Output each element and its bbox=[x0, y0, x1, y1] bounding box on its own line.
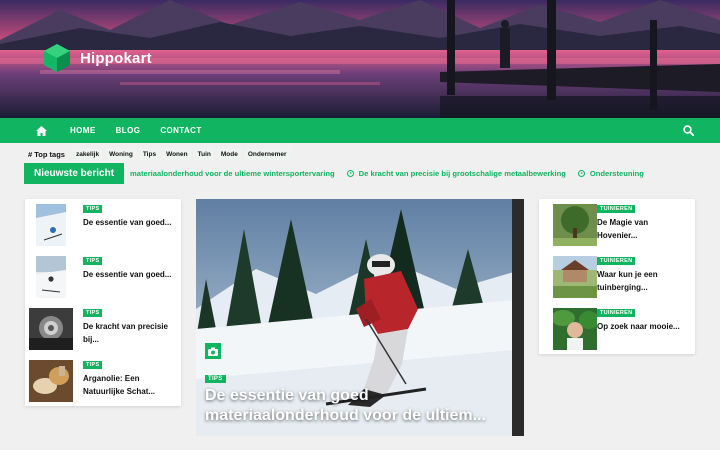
top-tags-bar: # Top tags zakelijk Woning Tips Wonen Tu… bbox=[28, 147, 290, 161]
category-badge[interactable]: TUINIEREN bbox=[597, 257, 636, 265]
tag-tips[interactable]: Tips bbox=[139, 148, 160, 160]
category-badge[interactable]: TUINIEREN bbox=[597, 205, 636, 213]
search-icon[interactable] bbox=[683, 125, 694, 136]
news-ticker: Nieuwste bericht materiaalonderhoud voor… bbox=[0, 163, 720, 184]
post-title[interactable]: De essentie van goed... bbox=[83, 217, 175, 230]
ticker-item-text: materiaalonderhoud voor de ultieme winte… bbox=[130, 169, 335, 178]
post-thumbnail-image[interactable] bbox=[36, 204, 66, 246]
ticker-items: materiaalonderhoud voor de ultieme winte… bbox=[130, 163, 644, 184]
category-badge[interactable]: TIPS bbox=[83, 257, 103, 265]
post-thumbnail-image[interactable] bbox=[36, 256, 66, 298]
list-item[interactable]: TUINIEREN Waar kun je een tuinberging... bbox=[539, 251, 695, 303]
nav-blog[interactable]: BLOG bbox=[116, 126, 141, 135]
featured-post-title[interactable]: De essentie van goed materiaalonderhoud … bbox=[205, 386, 515, 426]
tag-ondernemer[interactable]: Ondernemer bbox=[244, 148, 290, 160]
list-item[interactable]: TIPS De essentie van goed... bbox=[25, 199, 181, 251]
post-title[interactable]: Arganolie: Een Natuurlijke Schat... bbox=[83, 373, 175, 398]
tag-woning[interactable]: Woning bbox=[106, 148, 136, 160]
site-logo[interactable]: Hippokart bbox=[44, 44, 152, 72]
home-icon[interactable] bbox=[22, 118, 60, 143]
post-thumbnail-image[interactable] bbox=[553, 256, 597, 298]
ticker-label: Nieuwste bericht bbox=[24, 163, 125, 184]
post-title[interactable]: De kracht van precisie bij... bbox=[83, 321, 175, 346]
nav-contact[interactable]: CONTACT bbox=[160, 126, 201, 135]
ticker-item[interactable]: De kracht van precisie bij grootschalige… bbox=[346, 169, 566, 178]
post-title[interactable]: Waar kun je een tuinberging... bbox=[597, 269, 689, 294]
ticker-item-text: De kracht van precisie bij grootschalige… bbox=[358, 169, 566, 178]
top-tags-label: # Top tags bbox=[28, 149, 65, 159]
nav-home[interactable]: HOME bbox=[70, 126, 96, 135]
post-title[interactable]: De Magie van Hovenier... bbox=[597, 217, 689, 242]
post-thumbnail-image[interactable] bbox=[29, 360, 73, 402]
category-badge[interactable]: TIPS bbox=[83, 361, 103, 369]
play-circle-icon bbox=[346, 170, 354, 177]
post-thumbnail-image[interactable] bbox=[553, 204, 597, 246]
list-item[interactable]: TUINIEREN Op zoek naar mooie... bbox=[539, 303, 695, 355]
featured-post[interactable]: TIPS De essentie van goed materiaalonder… bbox=[196, 199, 524, 436]
ticker-item[interactable]: materiaalonderhoud voor de ultieme winte… bbox=[130, 169, 335, 178]
play-circle-icon bbox=[577, 170, 585, 177]
site-name: Hippokart bbox=[80, 49, 152, 67]
list-item[interactable]: TUINIEREN De Magie van Hovenier... bbox=[539, 199, 695, 251]
tag-zakelijk[interactable]: zakelijk bbox=[72, 148, 103, 160]
featured-category-badge[interactable]: TIPS bbox=[205, 375, 226, 383]
list-item[interactable]: TIPS De kracht van precisie bij... bbox=[25, 303, 181, 355]
ticker-item-text: Ondersteuning bbox=[589, 169, 644, 178]
camera-icon[interactable] bbox=[205, 343, 221, 359]
tag-tuin[interactable]: Tuin bbox=[194, 148, 214, 160]
category-badge[interactable]: TIPS bbox=[83, 205, 103, 213]
right-post-list: TUINIEREN De Magie van Hovenier... TUINI… bbox=[539, 199, 695, 354]
tag-mode[interactable]: Mode bbox=[217, 148, 241, 160]
ticker-item[interactable]: Ondersteuning bbox=[577, 169, 644, 178]
header-banner: Hippokart bbox=[0, 0, 720, 118]
main-navigation: HOME BLOG CONTACT bbox=[0, 118, 720, 143]
tag-wonen[interactable]: Wonen bbox=[163, 148, 191, 160]
hexagon-logo-icon bbox=[44, 44, 70, 72]
post-thumbnail-image[interactable] bbox=[553, 308, 597, 350]
post-title[interactable]: Op zoek naar mooie... bbox=[597, 321, 689, 334]
post-title[interactable]: De essentie van goed... bbox=[83, 269, 175, 282]
category-badge[interactable]: TIPS bbox=[83, 309, 103, 317]
category-badge[interactable]: TUINIEREN bbox=[597, 309, 636, 317]
left-post-list: TIPS De essentie van goed... TIPS De ess… bbox=[25, 199, 181, 406]
post-thumbnail-image[interactable] bbox=[29, 308, 73, 350]
list-item[interactable]: TIPS Arganolie: Een Natuurlijke Schat... bbox=[25, 355, 181, 407]
list-item[interactable]: TIPS De essentie van goed... bbox=[25, 251, 181, 303]
